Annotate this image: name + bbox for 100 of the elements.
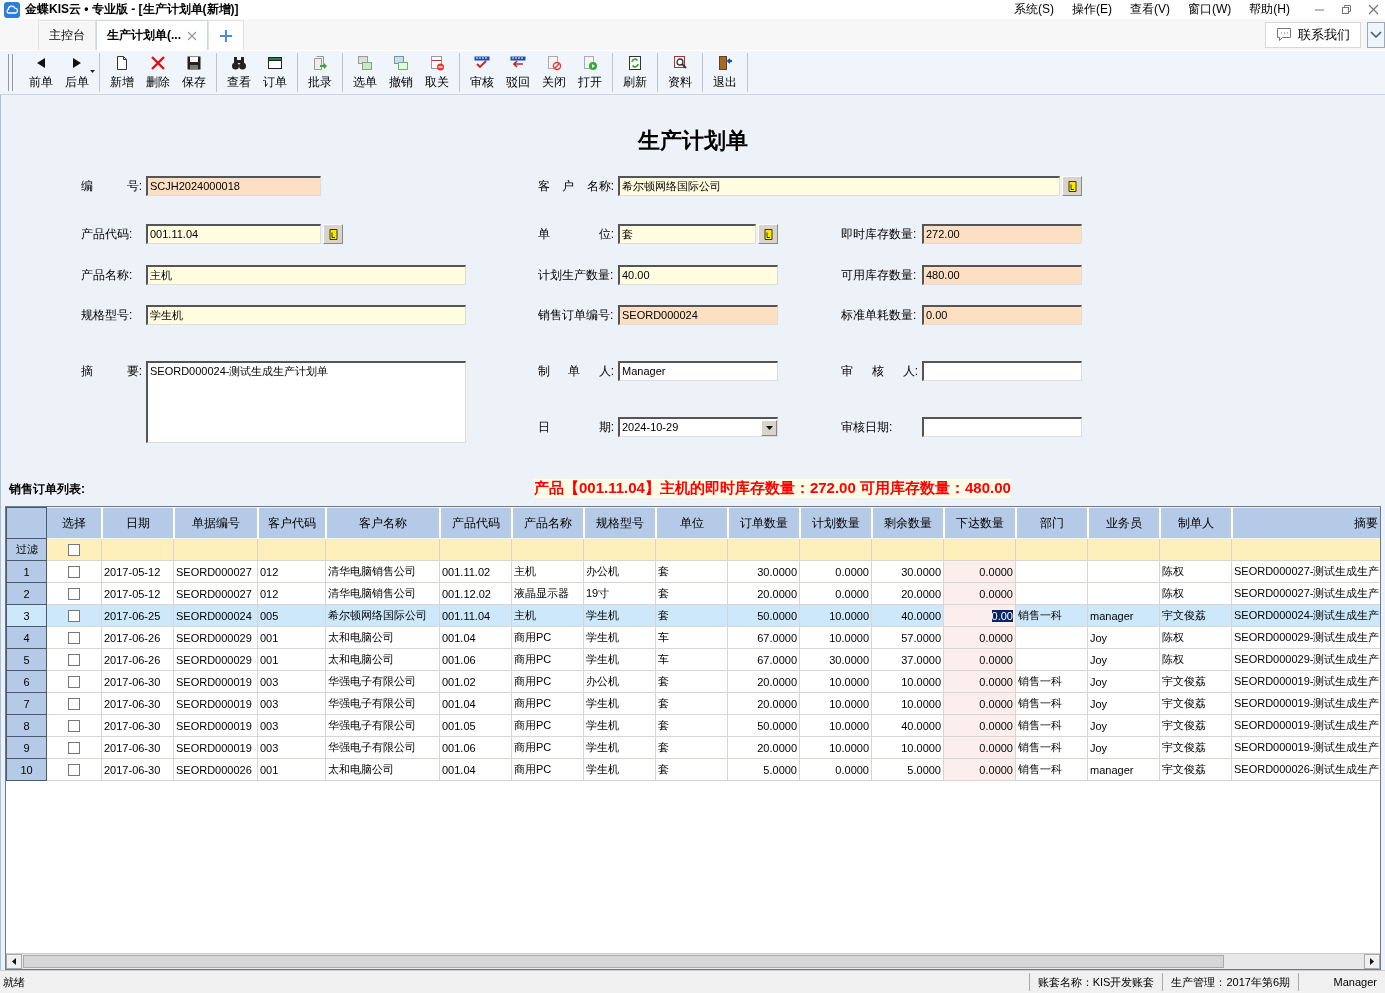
restore-icon[interactable] xyxy=(1341,4,1352,15)
toolbar-button[interactable]: 退出 xyxy=(707,53,743,92)
lookup-button[interactable] xyxy=(758,224,778,244)
column-header[interactable]: 选择 xyxy=(46,507,102,539)
toolbar-button[interactable]: 审核 xyxy=(464,53,500,92)
toolbar-button[interactable]: 新增 xyxy=(104,53,140,92)
toolbar-button[interactable]: 保存 xyxy=(176,53,212,92)
table-row[interactable]: 7 2017-06-30 SEORD000019 003 华强电子有限公司 001.04 商用PC 学生机 套 20.0000 10.0000 10.0000 0.0000 销售一科 Joy 宇文俊荔 SEORD000019-测试生成生产 xyxy=(6,692,1380,715)
column-header[interactable]: 日期 xyxy=(101,507,174,539)
date-picker[interactable]: 2024-10-29 xyxy=(618,417,778,437)
toolbar-button[interactable]: 关闭 xyxy=(536,53,572,92)
page-arrow-icon xyxy=(312,54,328,71)
toolbar-button[interactable]: 打开 xyxy=(572,53,608,92)
input-field[interactable]: SEORD000024 xyxy=(618,305,778,325)
input-field[interactable]: 套 xyxy=(618,224,756,244)
checkbox[interactable] xyxy=(68,742,80,755)
horizontal-scrollbar[interactable] xyxy=(6,953,1380,969)
table-cell: SEORD000019 xyxy=(173,692,258,715)
column-header[interactable]: 部门 xyxy=(1015,507,1088,539)
table-row[interactable]: 10 2017-06-30 SEORD000026 001 太和电脑公司 001.04 商用PC 学生机 套 5.0000 0.0000 5.0000 0.0000 销售一科 manager 宇文俊荔 SEORD000026-测试生成生产 xyxy=(6,758,1380,781)
checkbox[interactable] xyxy=(68,764,80,777)
input-field[interactable] xyxy=(922,417,1082,437)
column-header[interactable]: 单据编号 xyxy=(173,507,258,539)
column-header[interactable]: 计划数量 xyxy=(799,507,872,539)
input-field[interactable]: 40.00 xyxy=(618,265,778,285)
input-field[interactable]: 希尔顿网络国际公司 xyxy=(618,176,1060,196)
menu-item[interactable]: 查看(V) xyxy=(1128,1,1172,18)
lookup-button[interactable] xyxy=(323,224,343,244)
table-row[interactable]: 6 2017-06-30 SEORD000019 003 华强电子有限公司 001.02 商用PC 办公机 套 20.0000 10.0000 10.0000 0.0000 销售一科 Joy 宇文俊荔 SEORD000019-测试生成生产 xyxy=(6,670,1380,693)
text-area[interactable]: SEORD000024-测试生成生产计划单 xyxy=(146,361,466,443)
tab[interactable]: 生产计划单(... xyxy=(96,20,208,50)
checkbox[interactable] xyxy=(68,610,80,623)
close-icon[interactable] xyxy=(1368,4,1379,15)
column-header[interactable]: 产品名称 xyxy=(511,507,584,539)
table-cell: 001 xyxy=(257,758,326,781)
table-row[interactable]: 3 2017-06-25 SEORD000024 005 希尔顿网络国际公司 001.11.04 主机 学生机 套 50.0000 10.0000 40.0000 0.00 销售一科 manager 宇文俊荔 SEORD000024-测试生成生产 xyxy=(6,604,1380,627)
cell-editor[interactable]: 0.00 xyxy=(991,609,1013,622)
column-header[interactable]: 制单人 xyxy=(1159,507,1232,539)
checkbox[interactable] xyxy=(68,566,80,579)
table-row[interactable]: 8 2017-06-30 SEORD000019 003 华强电子有限公司 001.05 商用PC 学生机 套 50.0000 10.0000 40.0000 0.0000 销售一科 Joy 宇文俊荔 SEORD000019-测试生成生产 xyxy=(6,714,1380,737)
toolbar-button[interactable]: 撤销 xyxy=(383,53,419,92)
toolbar-button[interactable]: 驳回 xyxy=(500,53,536,92)
toolbar-button[interactable]: 订单 xyxy=(257,53,293,92)
dropdown-button[interactable] xyxy=(1367,21,1385,48)
page-prohibited-icon xyxy=(546,54,562,71)
toolbar-button[interactable]: 前单 xyxy=(23,53,59,92)
toolbar-button[interactable]: 资料 xyxy=(662,53,698,92)
table-cell: 2017-05-12 xyxy=(101,582,174,605)
checkbox[interactable] xyxy=(68,632,80,645)
input-field[interactable]: 学生机 xyxy=(146,305,466,325)
input-field[interactable]: 272.00 xyxy=(922,224,1082,244)
input-field[interactable]: 480.00 xyxy=(922,265,1082,285)
table-row[interactable]: 4 2017-06-26 SEORD000029 001 太和电脑公司 001.04 商用PC 学生机 车 67.0000 10.0000 57.0000 0.0000 Joy 陈权 SEORD000029-测试生成生产 xyxy=(6,626,1380,649)
toolbar-button[interactable]: 删除 xyxy=(140,53,176,92)
column-header[interactable]: 客户名称 xyxy=(325,507,440,539)
checkbox[interactable] xyxy=(68,654,80,667)
table-cell: 陈权 xyxy=(1159,626,1232,649)
input-field[interactable]: 001.11.04 xyxy=(146,224,321,244)
contact-button[interactable]: 联系我们 xyxy=(1265,21,1361,48)
column-header[interactable]: 单位 xyxy=(655,507,728,539)
column-header[interactable]: 订单数量 xyxy=(727,507,800,539)
column-header[interactable]: 摘要 xyxy=(1231,507,1380,539)
field-label: 制 单 人: xyxy=(538,363,615,380)
table-cell: 10.0000 xyxy=(871,670,944,693)
checkbox[interactable] xyxy=(68,676,80,689)
column-header[interactable]: 客户代码 xyxy=(257,507,326,539)
tab[interactable]: 主控台 xyxy=(38,20,96,50)
column-header[interactable]: 规格型号 xyxy=(583,507,656,539)
new-tab-button[interactable] xyxy=(208,20,244,50)
input-field[interactable] xyxy=(922,361,1082,381)
menu-item[interactable]: 系统(S) xyxy=(1012,1,1056,18)
toolbar-button[interactable]: 取关 xyxy=(419,53,455,92)
checkbox[interactable] xyxy=(68,544,80,557)
menu-item[interactable]: 窗口(W) xyxy=(1186,1,1234,18)
toolbar-button[interactable]: 后单 xyxy=(59,53,95,92)
toolbar-button[interactable]: 批录 xyxy=(302,53,338,92)
table-row[interactable]: 9 2017-06-30 SEORD000019 003 华强电子有限公司 001.06 商用PC 学生机 套 20.0000 10.0000 10.0000 0.0000 销售一科 Joy 宇文俊荔 SEORD000019-测试生成生产 xyxy=(6,736,1380,759)
column-header[interactable]: 下达数量 xyxy=(943,507,1016,539)
column-header[interactable]: 业务员 xyxy=(1087,507,1160,539)
lookup-button[interactable] xyxy=(1062,176,1082,196)
table-row[interactable]: 5 2017-06-26 SEORD000029 001 太和电脑公司 001.06 商用PC 学生机 车 67.0000 30.0000 37.0000 0.0000 Joy 陈权 SEORD000029-测试生成生产 xyxy=(6,648,1380,671)
input-field[interactable]: SCJH2024000018 xyxy=(146,176,321,196)
toolbar-button[interactable]: 查看 xyxy=(221,53,257,92)
checkbox[interactable] xyxy=(68,698,80,711)
toolbar-button[interactable]: 刷新 xyxy=(617,53,653,92)
toolbar-button[interactable]: 选单 xyxy=(347,53,383,92)
column-header[interactable]: 产品代码 xyxy=(439,507,512,539)
menu-item[interactable]: 帮助(H) xyxy=(1247,1,1292,18)
table-row[interactable]: 1 2017-05-12 SEORD000027 012 清华电脑销售公司 001.11.02 主机 办公机 套 30.0000 0.0000 30.0000 0.0000 陈权 SEORD000027-测试生成生产 xyxy=(6,560,1380,583)
input-field[interactable]: 主机 xyxy=(146,265,466,285)
close-icon[interactable] xyxy=(187,30,197,41)
input-field[interactable]: Manager xyxy=(618,361,778,381)
table-row[interactable]: 2 2017-05-12 SEORD000027 012 清华电脑销售公司 001.12.02 液晶显示器 19寸 套 20.0000 0.0000 20.0000 0.0000 陈权 SEORD000027-测试生成生产 xyxy=(6,582,1380,605)
checkbox[interactable] xyxy=(68,720,80,733)
checkbox[interactable] xyxy=(68,588,80,601)
input-field[interactable]: 0.00 xyxy=(922,305,1082,325)
menu-item[interactable]: 操作(E) xyxy=(1070,1,1114,18)
note-page-icon xyxy=(761,227,775,241)
column-header[interactable]: 剩余数量 xyxy=(871,507,944,539)
table-cell: 学生机 xyxy=(583,714,656,737)
